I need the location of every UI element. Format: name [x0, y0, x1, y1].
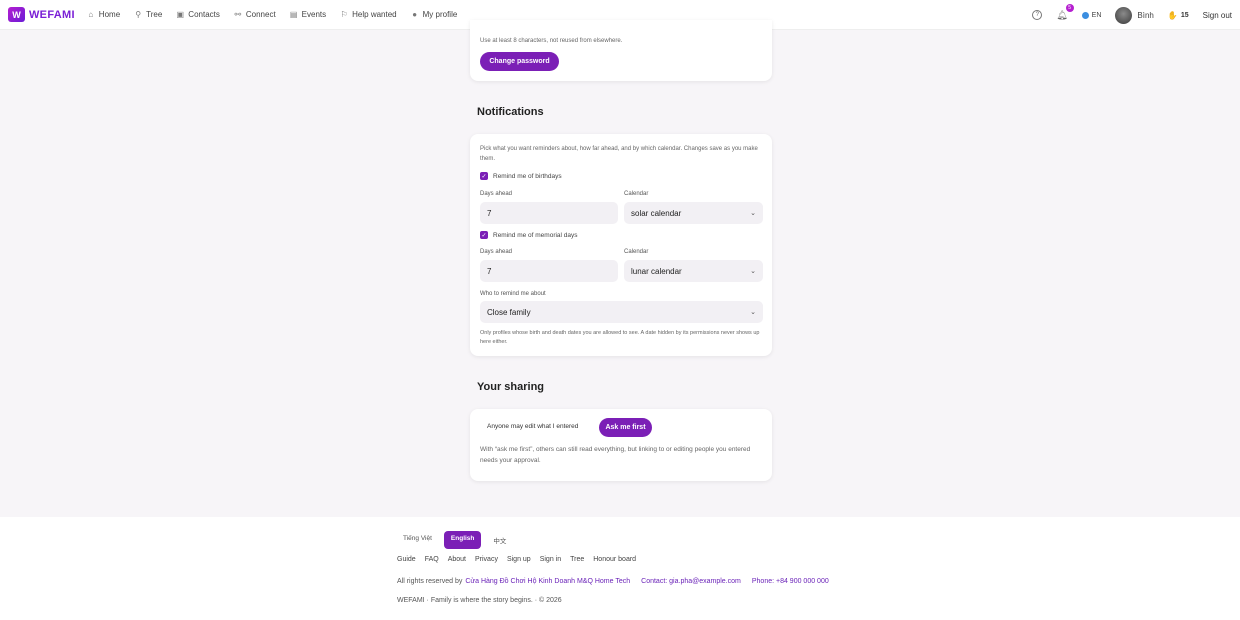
- password-card: Use at least 8 characters, not reused fr…: [470, 20, 772, 81]
- chevron-down-icon: ⌄: [750, 309, 756, 316]
- footer-link-guide[interactable]: Guide: [397, 556, 416, 563]
- footer-link-sign-in[interactable]: Sign in: [540, 556, 561, 563]
- rights-prefix: All rights reserved by: [397, 578, 463, 585]
- birthday-days-input[interactable]: 7: [480, 202, 618, 224]
- notifications-card: Pick what you want reminders about, how …: [470, 134, 772, 356]
- memorial-days-label: Days ahead: [480, 249, 513, 255]
- footer-tagline: WEFAMI · Family is where the story begin…: [397, 597, 562, 604]
- footer: Tiếng Việt English 中文 Guide FAQ About Pr…: [0, 517, 1240, 620]
- sharing-title: Your sharing: [477, 381, 545, 393]
- logo[interactable]: W WEFAMI: [8, 7, 75, 22]
- memorial-calendar-label: Calendar: [624, 249, 649, 255]
- lang-english[interactable]: English: [443, 531, 482, 549]
- logo-mark-icon: W: [8, 7, 25, 22]
- sharing-hint: With “ask me first”, others can still re…: [480, 446, 751, 464]
- notifications-title: Notifications: [477, 106, 544, 118]
- language-selector[interactable]: EN: [1081, 11, 1102, 19]
- footer-link-privacy[interactable]: Privacy: [475, 556, 498, 563]
- memorial-calendar-value: lunar calendar: [631, 266, 682, 276]
- nav-events-label: Events: [301, 10, 327, 19]
- sharing-option-ask-first[interactable]: Ask me first: [599, 418, 652, 437]
- contact-email-link[interactable]: Contact: gia.pha@example.com: [641, 578, 741, 585]
- nav-home-label: Home: [98, 10, 121, 19]
- home-icon: ⌂: [88, 10, 94, 19]
- tree-icon: ⚲: [135, 10, 142, 19]
- who-to-remind-value: Close family: [487, 307, 531, 317]
- avatar: [1115, 6, 1133, 24]
- globe-icon: [1081, 11, 1089, 19]
- memorials-checkbox-row[interactable]: ✓ Remind me of memorial days: [480, 231, 578, 239]
- memorials-checkbox[interactable]: ✓: [480, 231, 488, 239]
- nav-tree-label: Tree: [146, 10, 163, 19]
- sign-out-link[interactable]: Sign out: [1203, 11, 1232, 20]
- birthdays-checkbox[interactable]: ✓: [480, 172, 488, 180]
- password-hint: Use at least 8 characters, not reused fr…: [480, 38, 623, 44]
- footer-link-honour-board[interactable]: Honour board: [593, 556, 636, 563]
- footer-rights: All rights reserved by Cửa Hàng Đồ Chơi …: [397, 578, 829, 585]
- language-code: EN: [1091, 11, 1102, 19]
- person-icon: ●: [412, 10, 418, 19]
- lang-chinese[interactable]: 中文: [487, 531, 512, 549]
- connect-icon: ⚯: [234, 10, 242, 19]
- contact-phone-link[interactable]: Phone: +84 900 000 000: [752, 578, 829, 585]
- logo-text: WEFAMI: [29, 8, 75, 21]
- footer-link-tree[interactable]: Tree: [570, 556, 584, 563]
- nav-help-wanted[interactable]: ⚐ Help wanted: [340, 10, 397, 19]
- notifications-button[interactable]: 🔔︎ 5: [1056, 3, 1074, 21]
- birthday-calendar-select[interactable]: solar calendar ⌄: [624, 202, 763, 224]
- chevron-down-icon: ⌄: [750, 268, 756, 275]
- coin-icon: ✋: [1167, 10, 1178, 20]
- memorials-checkbox-label: Remind me of memorial days: [493, 231, 578, 239]
- bell-icon: 🔔︎: [1056, 9, 1068, 20]
- birthdays-checkbox-label: Remind me of birthdays: [493, 172, 562, 180]
- header-actions: ? 🔔︎ 5 EN Bình ✋ 15 Sign out: [1032, 0, 1232, 30]
- nav-contacts[interactable]: ▣ Contacts: [176, 10, 220, 19]
- footer-links: Guide FAQ About Privacy Sign up Sign in …: [397, 556, 636, 563]
- sharing-option-anyone[interactable]: Anyone may edit what I entered: [487, 423, 578, 430]
- help-wanted-icon: ⚐: [340, 10, 348, 19]
- nav-my-profile-label: My profile: [422, 10, 458, 19]
- nav-contacts-label: Contacts: [188, 10, 220, 19]
- chevron-down-icon: ⌄: [750, 210, 756, 217]
- nav-connect-label: Connect: [245, 10, 276, 19]
- memorial-calendar-select[interactable]: lunar calendar ⌄: [624, 260, 763, 282]
- user-name: Bình: [1137, 10, 1154, 20]
- birthday-calendar-label: Calendar: [624, 191, 649, 197]
- notifications-description: Pick what you want reminders about, how …: [480, 146, 758, 162]
- birthdays-checkbox-row[interactable]: ✓ Remind me of birthdays: [480, 172, 562, 180]
- lang-vietnamese[interactable]: Tiếng Việt: [397, 531, 438, 549]
- who-to-remind-select[interactable]: Close family ⌄: [480, 301, 763, 323]
- memorial-days-input[interactable]: 7: [480, 260, 618, 282]
- who-to-remind-label: Who to remind me about: [480, 291, 546, 297]
- nav-events[interactable]: ▤ Events: [290, 10, 326, 19]
- footer-link-about[interactable]: About: [448, 556, 466, 563]
- calendar-icon: ▤: [289, 10, 298, 19]
- nav-connect[interactable]: ⚯ Connect: [234, 10, 276, 19]
- help-icon[interactable]: ?: [1032, 10, 1043, 20]
- coin-count: 15: [1180, 11, 1189, 19]
- main-nav: ⌂ Home ⚲ Tree ▣ Contacts ⚯ Connect ▤ Events ⚐…: [87, 10, 458, 19]
- nav-home[interactable]: ⌂ Home: [87, 10, 120, 19]
- change-password-button[interactable]: Change password: [480, 52, 559, 71]
- nav-my-profile[interactable]: ● My profile: [411, 10, 458, 19]
- birthday-days-label: Days ahead: [480, 191, 513, 197]
- notification-count-badge: 5: [1065, 3, 1074, 12]
- coin-balance: ✋ 15: [1168, 11, 1189, 20]
- nav-help-wanted-label: Help wanted: [352, 10, 397, 19]
- nav-tree[interactable]: ⚲ Tree: [134, 10, 162, 19]
- company-link[interactable]: Cửa Hàng Đồ Chơi Hộ Kinh Doanh M&Q Home …: [465, 578, 630, 585]
- footer-link-sign-up[interactable]: Sign up: [507, 556, 531, 563]
- footer-language-switch: Tiếng Việt English 中文: [397, 531, 512, 549]
- user-menu[interactable]: Bình: [1115, 6, 1154, 24]
- footer-link-faq[interactable]: FAQ: [425, 556, 439, 563]
- contacts-icon: ▣: [176, 10, 185, 19]
- birthday-calendar-value: solar calendar: [631, 208, 682, 218]
- sharing-card: Anyone may edit what I entered Ask me fi…: [470, 409, 772, 481]
- who-to-remind-hint: Only profiles whose birth and death date…: [480, 330, 760, 345]
